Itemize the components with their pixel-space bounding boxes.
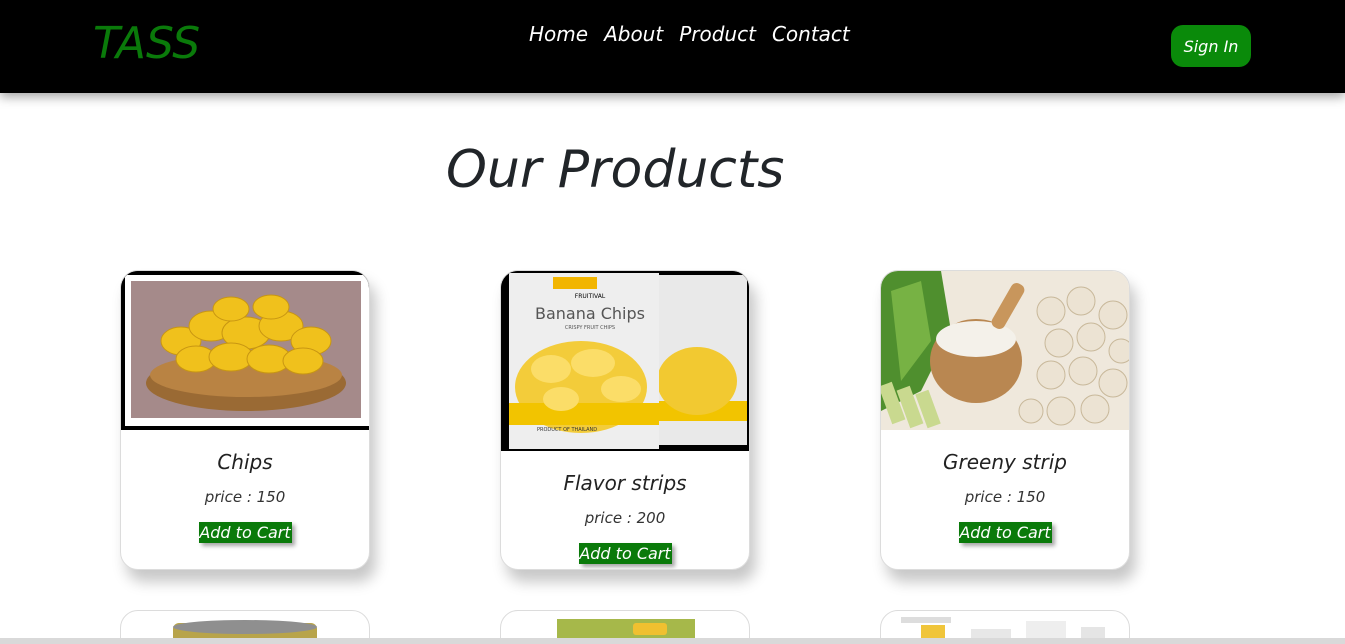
add-to-cart-button[interactable]: Add to Cart: [578, 543, 672, 564]
product-name: Greeny strip: [943, 450, 1067, 474]
nav-link-product[interactable]: Product: [679, 22, 756, 46]
product-name: Chips: [217, 450, 273, 474]
brand-logo[interactable]: TASS: [93, 18, 200, 69]
nav-link-contact[interactable]: Contact: [772, 22, 850, 46]
nav-link-home[interactable]: Home: [529, 22, 588, 46]
product-price: price : 200: [584, 509, 666, 527]
top-navbar: TASS Home About Product Contact Sign In: [0, 0, 1345, 93]
pack-title: Banana Chips: [534, 304, 645, 323]
product-price: price : 150: [204, 488, 286, 506]
main-nav: Home About Product Contact: [529, 22, 850, 46]
section-title: Our Products: [446, 140, 785, 200]
horizontal-scrollbar[interactable]: [0, 638, 1345, 644]
product-image-greeny-strip: [881, 271, 1129, 430]
pack-origin: PRODUCT OF THAILAND: [537, 427, 598, 433]
add-to-cart-button[interactable]: Add to Cart: [198, 522, 292, 543]
pack-subtitle: CRISPY FRUIT CHIPS: [564, 325, 616, 331]
add-to-cart-button[interactable]: Add to Cart: [958, 522, 1052, 543]
product-card-chips: Chips price : 150 Add to Cart: [120, 270, 370, 570]
product-price: price : 150: [964, 488, 1046, 506]
pack-brand-text: FRUITIVAL: [574, 293, 606, 300]
product-card-flavor-strips: FRUITIVAL FRUITIVAL Banana Chips CRISPY …: [500, 270, 750, 570]
sign-in-button[interactable]: Sign In: [1171, 25, 1251, 67]
nav-link-about[interactable]: About: [604, 22, 663, 46]
product-card-greeny-strip: Greeny strip price : 150 Add to Cart: [880, 270, 1130, 570]
product-name: Flavor strips: [563, 471, 687, 495]
product-image-chips: [121, 271, 369, 430]
pack-label: FRUITIVAL Banana Chips CRISPY FRUIT CHIP…: [525, 293, 655, 331]
